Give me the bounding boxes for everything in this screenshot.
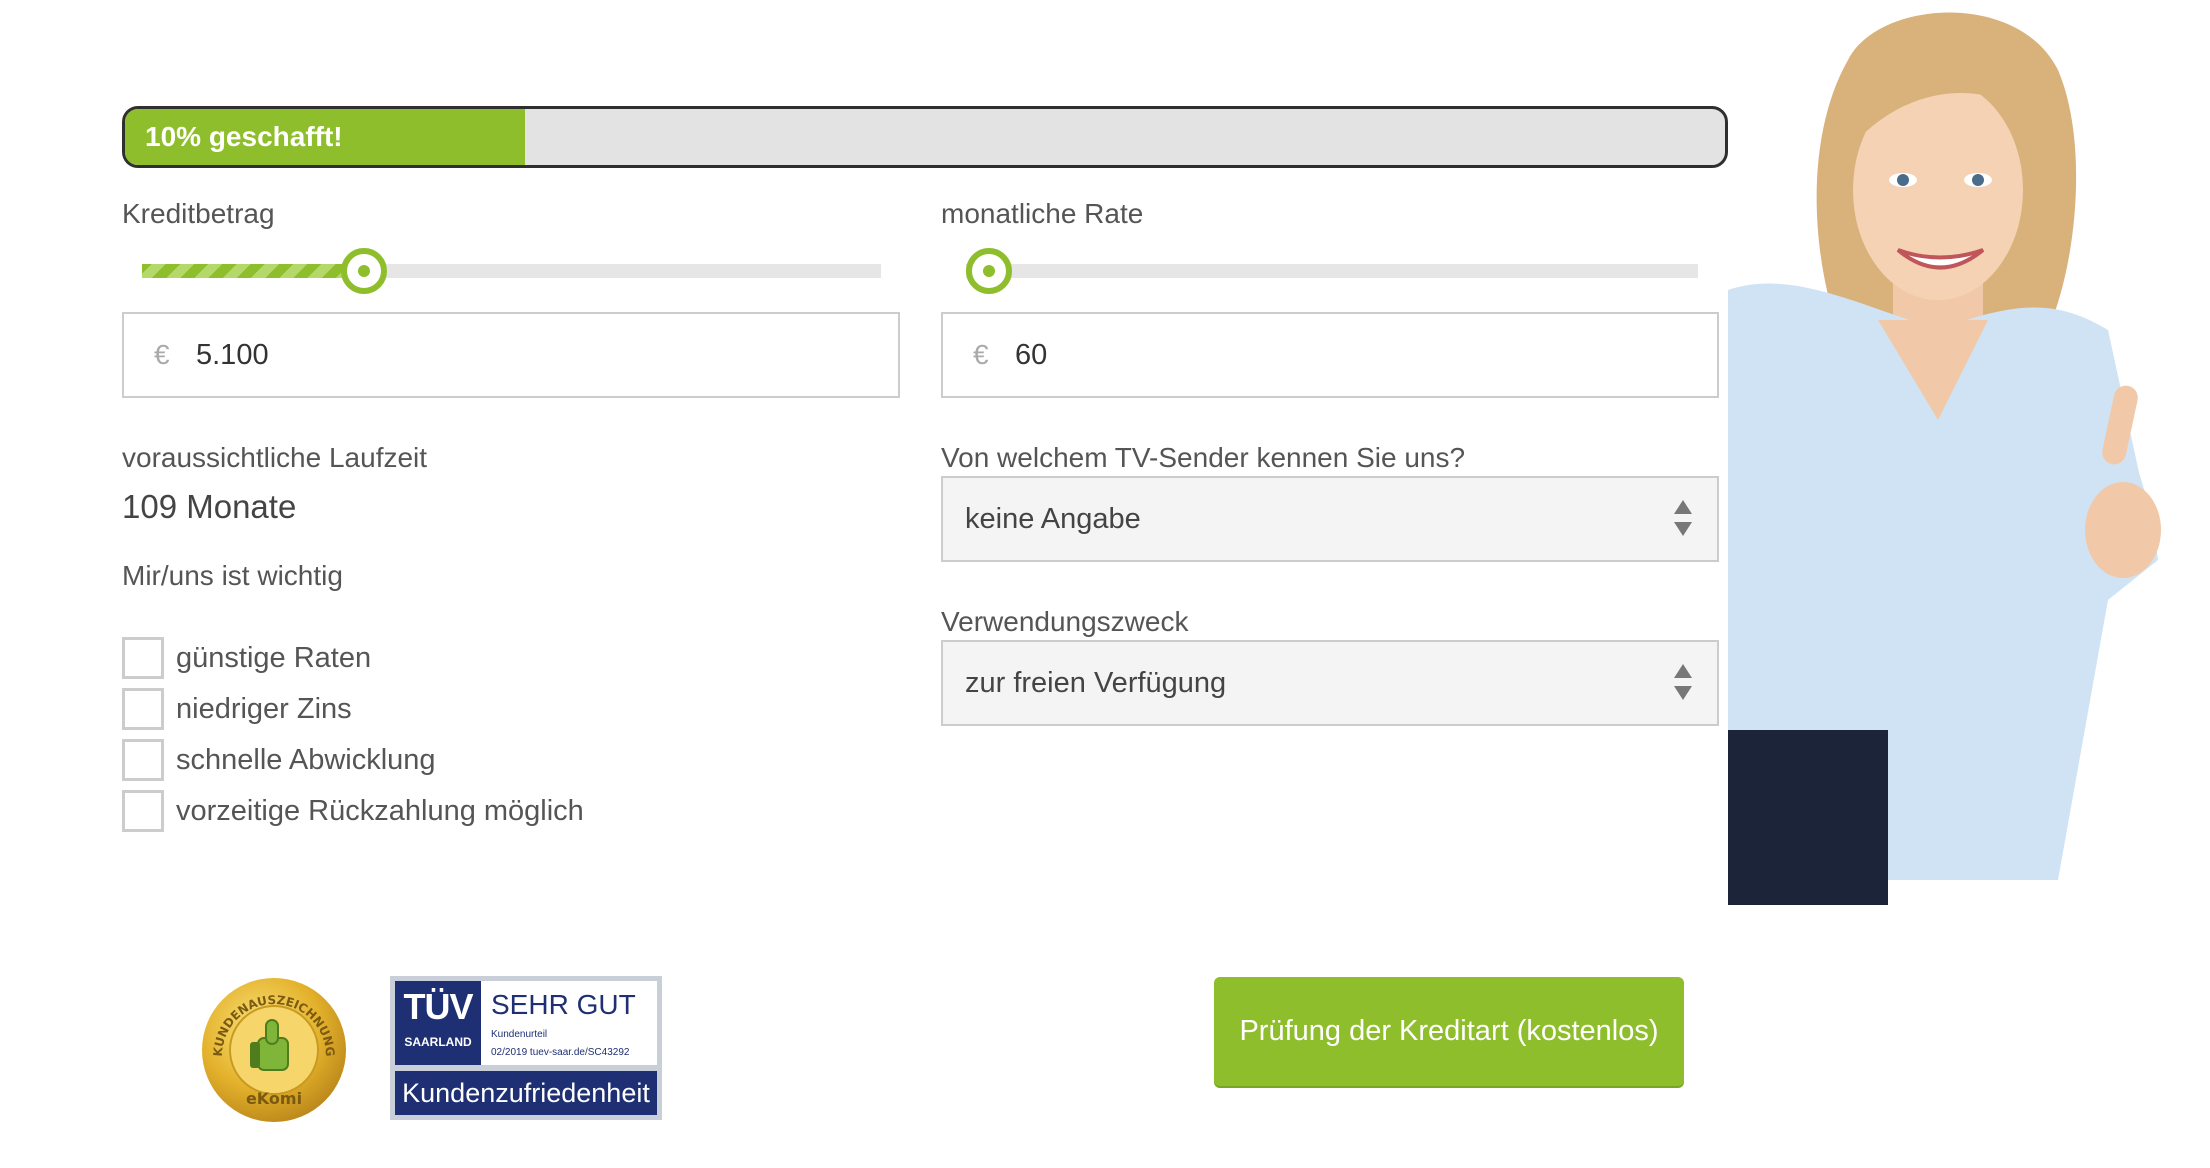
euro-icon: € — [973, 339, 989, 370]
monthly-rate-label: monatliche Rate — [941, 198, 1144, 229]
credit-amount-slider[interactable] — [142, 248, 881, 294]
woman-thumbs-up-image — [1728, 0, 2188, 905]
select-value: zur freien Verfügung — [965, 667, 1227, 699]
checkbox-label[interactable]: günstige Raten — [176, 642, 371, 675]
slider-handle-icon[interactable] — [341, 248, 387, 294]
checkbox[interactable] — [122, 739, 164, 781]
checkbox[interactable] — [122, 688, 164, 730]
ekomi-seal: KUNDENAUSZEICHNUNG eKomi — [200, 976, 348, 1124]
tuv-seal-top: TÜV SAARLAND SEHR GUT Kundenurteil 02/20… — [395, 981, 657, 1065]
monthly-rate-field[interactable]: € — [941, 312, 1719, 398]
purpose-label: Verwendungszweck — [941, 606, 1189, 637]
tuv-reference: 02/2019 tuev-saar.de/SC43292 — [491, 1047, 630, 1058]
checkbox[interactable] — [122, 790, 164, 832]
submit-button[interactable]: Prüfung der Kreditart (kostenlos) — [1214, 977, 1684, 1086]
ekomi-badge-icon: KUNDENAUSZEICHNUNG eKomi — [202, 978, 346, 1122]
slider-track — [966, 264, 1698, 278]
credit-amount-input[interactable] — [196, 314, 816, 396]
progress-text: 10% geschafft! — [145, 121, 343, 152]
purpose-select[interactable]: zur freien Verfügung — [941, 640, 1719, 726]
checkbox-schnelle-abwicklung[interactable]: schnelle Abwicklung — [122, 738, 436, 782]
tv-channel-select[interactable]: keine Angabe — [941, 476, 1719, 562]
checkbox-vorzeitige-rueckzahlung[interactable]: vorzeitige Rückzahlung möglich — [122, 789, 584, 833]
monthly-rate-input[interactable] — [1015, 314, 1635, 396]
select-arrows-icon — [1671, 500, 1695, 540]
checkbox-label[interactable]: vorzeitige Rückzahlung möglich — [176, 795, 584, 828]
slider-fill — [142, 264, 364, 278]
progress-bar: 10% geschafft! — [122, 106, 1728, 168]
select-value: keine Angabe — [965, 503, 1141, 535]
priorities-label: Mir/uns ist wichtig — [122, 560, 343, 591]
tuv-banner: Kundenzufriedenheit — [395, 1071, 657, 1115]
tuv-rating: SEHR GUT — [491, 989, 636, 1020]
slider-handle-icon[interactable] — [966, 248, 1012, 294]
checkbox-niedriger-zins[interactable]: niedriger Zins — [122, 687, 352, 731]
checkbox[interactable] — [122, 637, 164, 679]
select-arrows-icon — [1671, 664, 1695, 704]
tuv-seal: TÜV SAARLAND SEHR GUT Kundenurteil 02/20… — [390, 976, 662, 1120]
tv-channel-label: Von welchem TV-Sender kennen Sie uns? — [941, 442, 1466, 473]
runtime-label: voraussichtliche Laufzeit — [122, 442, 428, 473]
euro-icon: € — [154, 339, 170, 370]
credit-amount-field[interactable]: € — [122, 312, 900, 398]
svg-text:eKomi: eKomi — [246, 1089, 302, 1108]
tuv-logo: TÜV SAARLAND — [395, 981, 481, 1065]
checkbox-label[interactable]: schnelle Abwicklung — [176, 744, 436, 777]
credit-amount-label: Kreditbetrag — [122, 198, 275, 229]
checkbox-guenstige-raten[interactable]: günstige Raten — [122, 636, 371, 680]
checkbox-label[interactable]: niedriger Zins — [176, 693, 352, 726]
runtime-value: 109 Monate — [122, 488, 297, 525]
tuv-subtitle: Kundenurteil — [491, 1029, 548, 1040]
monthly-rate-slider[interactable] — [966, 248, 1698, 294]
